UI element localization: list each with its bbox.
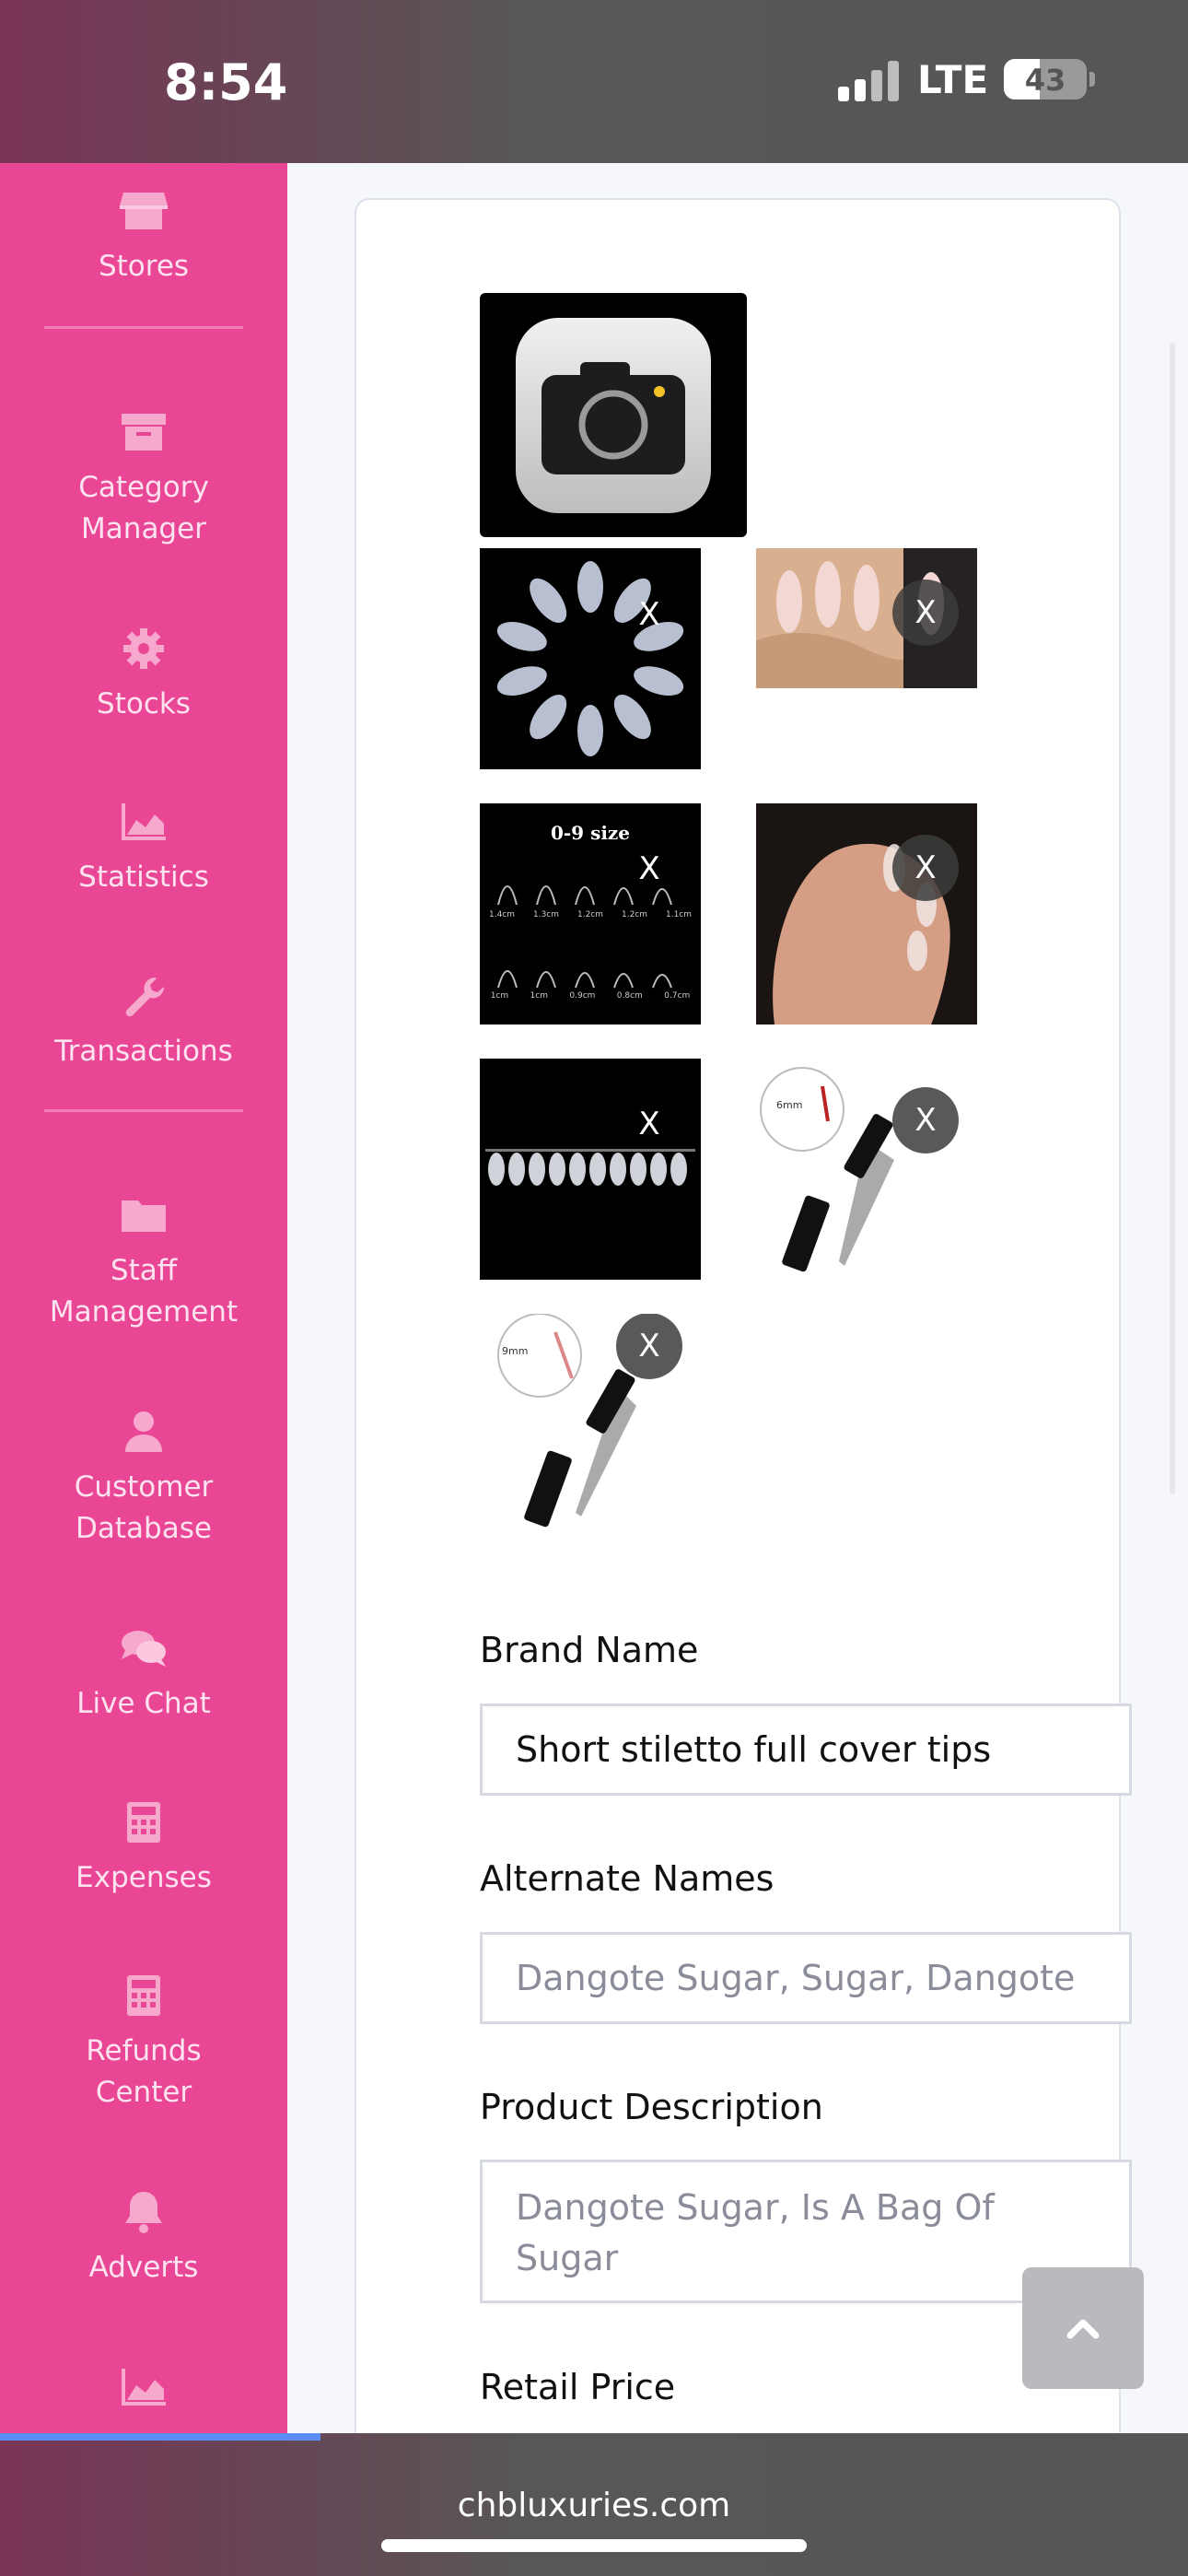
clear-nails-hand-image <box>756 803 977 1025</box>
folder-icon <box>122 1200 166 1232</box>
remove-image-button[interactable]: X <box>892 1087 959 1153</box>
nail-brush-image <box>760 1067 894 1272</box>
product-image-thumb: 6mm X <box>756 1059 977 1280</box>
user-icon <box>125 1411 162 1452</box>
alternate-names-input[interactable]: Dangote Sugar, Sugar, Dangote <box>480 1932 1132 2024</box>
sidebar-item-label: Transactions <box>54 1035 233 1068</box>
battery-percent: 43 <box>1024 63 1066 98</box>
archive-icon <box>122 414 166 451</box>
size-chart-row-1: 1.4cm 1.3cm 1.2cm 1.2cm 1.1cm <box>480 910 701 919</box>
sidebar-item-staff-management[interactable]: Staff Management <box>0 1193 287 1333</box>
sidebar-item-customer-database[interactable]: Customer Database <box>0 1410 287 1550</box>
sidebar-divider <box>44 326 243 329</box>
size-label: 1.2cm <box>621 910 648 919</box>
size-label: 0.8cm <box>616 991 643 1001</box>
sidebar-item-label: Live Chat <box>76 1687 211 1720</box>
product-image-thumb: 0-9 size 1.4cm 1.3cm 1.2cm 1.2cm 1.1cm 1cm 1c… <box>480 803 701 1025</box>
store-icon <box>120 193 168 229</box>
sidebar-item-label: Staff Management <box>49 1254 239 1329</box>
sidebar-item-adverts[interactable]: Adverts <box>0 2190 287 2289</box>
bell-icon <box>125 2192 162 2233</box>
remove-image-button[interactable]: X <box>616 1314 682 1379</box>
sidebar-item-label: Adverts <box>88 2251 199 2284</box>
calculator-icon <box>127 1802 160 1843</box>
sidebar-item-more[interactable] <box>0 2365 287 2409</box>
scroll-to-top-button[interactable] <box>1022 2267 1144 2389</box>
product-image-thumb: 9mm X <box>480 1314 701 1535</box>
remove-image-button[interactable]: X <box>616 836 682 902</box>
product-image-thumb: X <box>756 548 977 688</box>
home-indicator[interactable] <box>381 2539 807 2552</box>
product-image-thumb: X <box>480 1059 701 1280</box>
sidebar-item-label: Expenses <box>76 1861 212 1894</box>
size-label: 1cm <box>490 991 509 1001</box>
size-chart-row-2: 1cm 1cm 0.9cm 0.8cm 0.7cm <box>480 991 701 1001</box>
product-image-thumb: X <box>756 803 977 1025</box>
status-bar: 8:54 LTE 43 <box>0 0 1188 163</box>
sidebar-item-label: Stores <box>98 250 190 283</box>
scrollbar[interactable] <box>1170 343 1175 1494</box>
sidebar-nav: Stores Category Manager Stocks Statistic… <box>0 163 287 2433</box>
product-form-card: X X 0-9 size 1.4cm 1.3cm 1.2cm 1.2cm 1.1c <box>355 198 1132 2433</box>
size-label: 1.3cm <box>532 910 560 919</box>
size-label: 0.9cm <box>569 991 596 1001</box>
brush-size-label: 9mm <box>502 1345 529 1357</box>
chart-area-icon <box>122 2369 166 2406</box>
size-label: 1.2cm <box>577 910 604 919</box>
sidebar-item-category-manager[interactable]: Category Manager <box>0 410 287 550</box>
size-label: 1.1cm <box>665 910 693 919</box>
wrench-icon <box>125 978 165 1017</box>
brush-size-label: 6mm <box>776 1099 803 1111</box>
status-time: 8:54 <box>164 53 288 111</box>
upload-image-button[interactable] <box>480 293 747 537</box>
size-label: 1.4cm <box>488 910 516 919</box>
sidebar-item-label: Statistics <box>78 861 209 894</box>
sidebar-item-refunds-center[interactable]: Refunds Center <box>0 1973 287 2113</box>
retail-price-label: Retail Price <box>480 2367 676 2407</box>
main-content: X X 0-9 size 1.4cm 1.3cm 1.2cm 1.2cm 1.1c <box>287 163 1188 2433</box>
page-load-progress <box>0 2433 321 2441</box>
nail-tips-circle-image <box>496 561 684 756</box>
calculator-icon <box>127 1975 160 2016</box>
battery-tip <box>1089 72 1095 87</box>
remove-image-button[interactable]: X <box>892 580 959 646</box>
sidebar-item-stores[interactable]: Stores <box>0 189 287 287</box>
url-text[interactable]: chbluxuries.com <box>0 2487 1188 2524</box>
alternate-names-label: Alternate Names <box>480 1858 775 1899</box>
chevron-up-icon <box>1066 2319 1100 2339</box>
remove-image-button[interactable]: X <box>616 1091 682 1157</box>
sidebar-item-live-chat[interactable]: Live Chat <box>0 1626 287 1725</box>
remove-image-button[interactable]: X <box>616 581 682 648</box>
sidebar-item-label: Stocks <box>97 687 191 720</box>
sidebar-item-stocks[interactable]: Stocks <box>0 626 287 725</box>
sidebar-item-expenses[interactable]: Expenses <box>0 1800 287 1899</box>
gear-icon <box>123 628 164 669</box>
sidebar-item-statistics[interactable]: Statistics <box>0 800 287 898</box>
battery-icon: 43 <box>1004 59 1087 100</box>
size-label: 0.7cm <box>664 991 691 1001</box>
product-description-label: Product Description <box>480 2087 823 2127</box>
remove-image-button[interactable]: X <box>892 835 959 901</box>
size-label: 1cm <box>530 991 548 1001</box>
cellular-signal-icon <box>838 61 899 101</box>
sidebar-divider <box>44 1109 243 1112</box>
sidebar-item-label: Category Manager <box>78 471 209 545</box>
product-image-thumb: X <box>480 548 701 769</box>
chat-icon <box>122 1631 166 1667</box>
chart-area-icon <box>122 803 166 840</box>
sidebar-item-transactions[interactable]: Transactions <box>0 974 287 1072</box>
sidebar-item-label: Refunds Center <box>86 2034 202 2109</box>
sidebar-item-label: Customer Database <box>74 1470 214 1545</box>
camera-icon <box>516 318 711 513</box>
nail-tips-row-image <box>485 1149 695 1186</box>
brand-name-label: Brand Name <box>480 1630 699 1670</box>
browser-address-bar: chbluxuries.com <box>0 2433 1188 2576</box>
network-type: LTE <box>917 57 989 102</box>
brand-name-input[interactable]: Short stiletto full cover tips <box>480 1704 1132 1796</box>
